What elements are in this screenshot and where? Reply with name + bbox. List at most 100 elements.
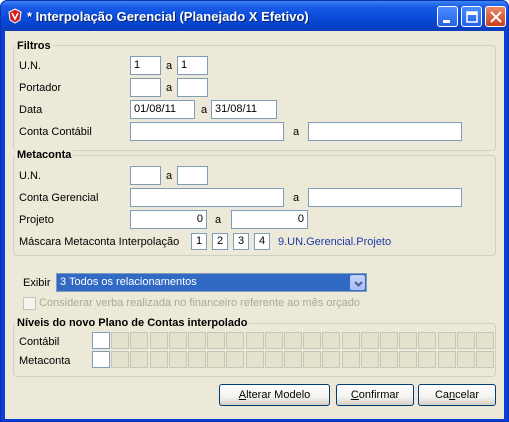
- metaconta-level-cell[interactable]: [399, 351, 418, 368]
- conta-gerencial-to-input[interactable]: [308, 188, 462, 207]
- metaconta-level-cell[interactable]: [149, 351, 168, 368]
- range-separator: a: [293, 192, 300, 204]
- dropdown-button[interactable]: [350, 275, 365, 290]
- portador-to-input[interactable]: [177, 78, 208, 97]
- projeto-to-input[interactable]: 0: [231, 210, 308, 229]
- contabil-level-cell[interactable]: [245, 332, 264, 349]
- contabil-level-cell[interactable]: [341, 332, 360, 349]
- title-bar[interactable]: * Interpolação Gerencial (Planejado X Ef…: [1, 1, 508, 31]
- contabil-level-cell[interactable]: [188, 332, 206, 349]
- metaconta-level-cell[interactable]: [130, 351, 149, 368]
- metaconta-level-cell[interactable]: [303, 351, 322, 368]
- metaconta-level-cell[interactable]: [226, 351, 245, 368]
- close-button[interactable]: [485, 6, 506, 27]
- metaconta-level-cell[interactable]: [245, 351, 264, 368]
- contabil-level-cell[interactable]: [360, 332, 379, 349]
- minimize-button[interactable]: [437, 6, 458, 27]
- metaconta-level-cell[interactable]: [168, 351, 187, 368]
- contabil-level-cell[interactable]: [418, 332, 437, 349]
- metaconta-un-to-input[interactable]: [177, 166, 208, 185]
- alterar-modelo-button[interactable]: Alterar Modelo: [219, 384, 330, 406]
- contabil-level-cell[interactable]: [456, 332, 475, 349]
- contabil-level-cell[interactable]: [130, 332, 149, 349]
- dialog-body: Filtros U.N. 1 a 1 Portador a Data 01/08…: [5, 31, 504, 419]
- contabil-level-cell[interactable]: [303, 332, 322, 349]
- cancelar-button[interactable]: Cancelar: [418, 384, 496, 406]
- data-from-input[interactable]: 01/08/11: [130, 100, 195, 119]
- contabil-level-cell[interactable]: [207, 332, 226, 349]
- range-separator: a: [293, 126, 300, 138]
- contabil-level-cell[interactable]: [168, 332, 187, 349]
- dialog-window: * Interpolação Gerencial (Planejado X Ef…: [0, 0, 509, 422]
- contabil-level-cell[interactable]: [92, 332, 110, 349]
- contabil-level-cell[interactable]: [322, 332, 341, 349]
- close-icon: [490, 11, 502, 23]
- metaconta-level-cell[interactable]: [188, 351, 206, 368]
- mascara-level-4[interactable]: 4: [254, 233, 270, 250]
- exibir-select[interactable]: 3 Todos os relacionamentos: [56, 273, 367, 292]
- conta-contabil-label: Conta Contábil: [19, 126, 92, 138]
- filtros-un-label: U.N.: [19, 60, 41, 72]
- conta-contabil-to-input[interactable]: [308, 122, 462, 141]
- filtros-title: Filtros: [15, 40, 53, 52]
- metaconta-level-cell[interactable]: [92, 351, 110, 368]
- confirmar-label: onfirmar: [358, 389, 400, 401]
- confirmar-accel: C: [350, 389, 359, 401]
- mascara-level-3[interactable]: 3: [233, 233, 249, 250]
- mascara-level-2[interactable]: 2: [212, 233, 228, 250]
- metaconta-level-cell[interactable]: [456, 351, 475, 368]
- considerar-label: Considerar verba realizada no financeiro…: [39, 297, 361, 309]
- confirmar-button[interactable]: Confirmar: [336, 384, 414, 406]
- metaconta-level-cell[interactable]: [476, 351, 494, 368]
- contabil-level-cell[interactable]: [476, 332, 494, 349]
- minimize-icon: [443, 20, 450, 23]
- window-title: * Interpolação Gerencial (Planejado X Ef…: [27, 9, 309, 24]
- filtros-un-to-input[interactable]: 1: [177, 56, 208, 75]
- maximize-icon: [466, 11, 478, 23]
- contabil-level-cell[interactable]: [226, 332, 245, 349]
- range-separator: a: [166, 82, 173, 94]
- conta-gerencial-label: Conta Gerencial: [19, 192, 99, 204]
- niveis-metaconta-label: Metaconta: [19, 355, 71, 367]
- metaconta-level-cell[interactable]: [437, 351, 456, 368]
- metaconta-level-cell[interactable]: [322, 351, 341, 368]
- metaconta-level-cell[interactable]: [207, 351, 226, 368]
- contabil-level-cell[interactable]: [437, 332, 456, 349]
- niveis-title: Níveis do novo Plano de Contas interpola…: [15, 317, 250, 329]
- app-icon: [7, 8, 23, 24]
- portador-from-input[interactable]: [130, 78, 161, 97]
- contabil-level-cell[interactable]: [264, 332, 283, 349]
- range-separator: a: [166, 170, 173, 182]
- range-separator: a: [201, 104, 208, 116]
- niveis-contabil-label: Contábil: [19, 336, 60, 348]
- projeto-label: Projeto: [19, 214, 54, 226]
- considerar-checkbox[interactable]: [23, 297, 36, 310]
- alterar-label: lterar Modelo: [246, 389, 311, 401]
- metaconta-level-cell[interactable]: [111, 351, 130, 368]
- contabil-level-cell[interactable]: [380, 332, 398, 349]
- exibir-label: Exibir: [23, 277, 51, 289]
- metaconta-level-cell[interactable]: [284, 351, 302, 368]
- exibir-selected-value: 3 Todos os relacionamentos: [60, 276, 197, 288]
- contabil-level-cell[interactable]: [149, 332, 168, 349]
- mascara-level-1[interactable]: 1: [191, 233, 207, 250]
- metaconta-level-cell[interactable]: [380, 351, 398, 368]
- contabil-level-cell[interactable]: [399, 332, 418, 349]
- filtros-un-from-input[interactable]: 1: [130, 56, 161, 75]
- metaconta-level-cell[interactable]: [341, 351, 360, 368]
- metaconta-un-from-input[interactable]: [130, 166, 161, 185]
- projeto-from-input[interactable]: 0: [130, 210, 207, 229]
- maximize-button[interactable]: [461, 6, 482, 27]
- alterar-accel: A: [238, 389, 247, 401]
- metaconta-level-cell[interactable]: [264, 351, 283, 368]
- portador-label: Portador: [19, 82, 62, 94]
- conta-gerencial-from-input[interactable]: [130, 188, 284, 207]
- cancelar-label-end: celar: [455, 389, 480, 401]
- metaconta-level-cell[interactable]: [360, 351, 379, 368]
- range-separator: a: [166, 60, 173, 72]
- metaconta-level-cell[interactable]: [418, 351, 437, 368]
- data-to-input[interactable]: 31/08/11: [211, 100, 277, 119]
- contabil-level-cell[interactable]: [284, 332, 302, 349]
- conta-contabil-from-input[interactable]: [130, 122, 284, 141]
- contabil-level-cell[interactable]: [111, 332, 130, 349]
